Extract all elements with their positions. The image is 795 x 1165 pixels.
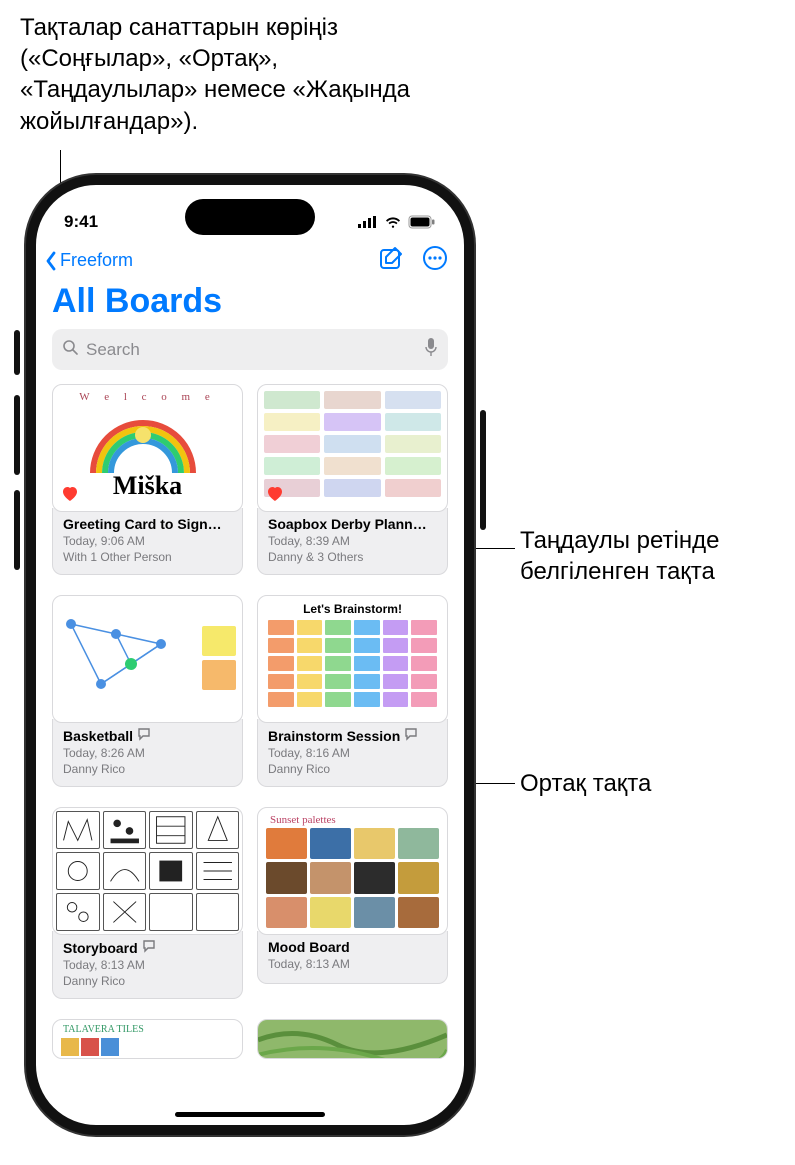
dynamic-island bbox=[185, 199, 315, 235]
board-card[interactable]: W e l c o m e Miška Greeting Card to Sig… bbox=[52, 384, 243, 575]
board-people: With 1 Other Person bbox=[63, 550, 232, 564]
board-thumbnail bbox=[52, 807, 243, 935]
board-thumbnail bbox=[52, 595, 243, 723]
board-thumbnail bbox=[257, 1019, 448, 1059]
board-time: Today, 9:06 AM bbox=[63, 534, 232, 548]
annotation-categories: Тақталар санаттарын көріңіз («Соңғылар»,… bbox=[20, 12, 420, 137]
nav-bar: Freeform bbox=[36, 241, 464, 282]
board-people: Danny Rico bbox=[63, 762, 232, 776]
heart-icon bbox=[266, 485, 284, 503]
search-placeholder: Search bbox=[86, 340, 416, 360]
phone-volume-up bbox=[14, 395, 20, 475]
board-card[interactable]: Storyboard Today, 8:13 AM Danny Rico bbox=[52, 807, 243, 999]
board-card[interactable]: Sunset palettes Mood Board Today, 8:13 A… bbox=[257, 807, 448, 999]
phone-silent-switch bbox=[14, 330, 20, 375]
chat-bubble-icon bbox=[142, 939, 156, 956]
wifi-icon bbox=[384, 215, 402, 229]
board-title: Storyboard bbox=[63, 939, 232, 956]
annotation-favorite: Таңдаулы ретінде белгіленген тақта bbox=[520, 525, 780, 587]
board-card[interactable]: Soapbox Derby Plann… Today, 8:39 AM Dann… bbox=[257, 384, 448, 575]
board-thumbnail: Sunset palettes bbox=[257, 807, 448, 935]
board-card[interactable]: Basketball Today, 8:26 AM Danny Rico bbox=[52, 595, 243, 787]
status-time: 9:41 bbox=[64, 212, 98, 232]
board-time: Today, 8:13 AM bbox=[63, 958, 232, 972]
phone-frame: 9:41 Freeform All Boards bbox=[26, 175, 474, 1135]
board-title: Brainstorm Session bbox=[268, 727, 437, 744]
chat-bubble-icon bbox=[404, 727, 418, 744]
heart-icon bbox=[61, 485, 79, 503]
board-people: Danny & 3 Others bbox=[268, 550, 437, 564]
board-card[interactable]: Let's Brainstorm! Brainstorm Session Tod… bbox=[257, 595, 448, 787]
board-time: Today, 8:16 AM bbox=[268, 746, 437, 760]
phone-volume-down bbox=[14, 490, 20, 570]
dictate-icon[interactable] bbox=[424, 337, 438, 362]
back-button[interactable]: Freeform bbox=[44, 250, 133, 271]
cellular-icon bbox=[358, 216, 378, 228]
board-thumbnail: TALAVERA TILES bbox=[52, 1019, 243, 1059]
board-title: Basketball bbox=[63, 727, 232, 744]
search-field[interactable]: Search bbox=[52, 329, 448, 370]
home-indicator[interactable] bbox=[175, 1112, 325, 1117]
search-icon bbox=[62, 339, 78, 360]
annotation-shared: Ортақ тақта bbox=[520, 768, 780, 799]
board-thumbnail bbox=[257, 384, 448, 512]
board-title: Greeting Card to Sign… bbox=[63, 516, 232, 532]
board-thumbnail: Let's Brainstorm! bbox=[257, 595, 448, 723]
board-card[interactable]: TALAVERA TILES bbox=[52, 1019, 243, 1059]
new-board-button[interactable] bbox=[378, 245, 404, 276]
board-people: Danny Rico bbox=[63, 974, 232, 988]
back-label: Freeform bbox=[60, 250, 133, 271]
board-title: Soapbox Derby Plann… bbox=[268, 516, 437, 532]
board-time: Today, 8:26 AM bbox=[63, 746, 232, 760]
phone-power-button bbox=[480, 410, 486, 530]
board-title: Mood Board bbox=[268, 939, 437, 955]
more-button[interactable] bbox=[422, 245, 448, 276]
battery-icon bbox=[408, 215, 436, 229]
board-card[interactable] bbox=[257, 1019, 448, 1059]
boards-grid: W e l c o m e Miška Greeting Card to Sig… bbox=[36, 384, 464, 1079]
chat-bubble-icon bbox=[137, 727, 151, 744]
page-title: All Boards bbox=[36, 282, 464, 329]
board-time: Today, 8:39 AM bbox=[268, 534, 437, 548]
board-people: Danny Rico bbox=[268, 762, 437, 776]
board-time: Today, 8:13 AM bbox=[268, 957, 437, 971]
board-thumbnail: W e l c o m e Miška bbox=[52, 384, 243, 512]
